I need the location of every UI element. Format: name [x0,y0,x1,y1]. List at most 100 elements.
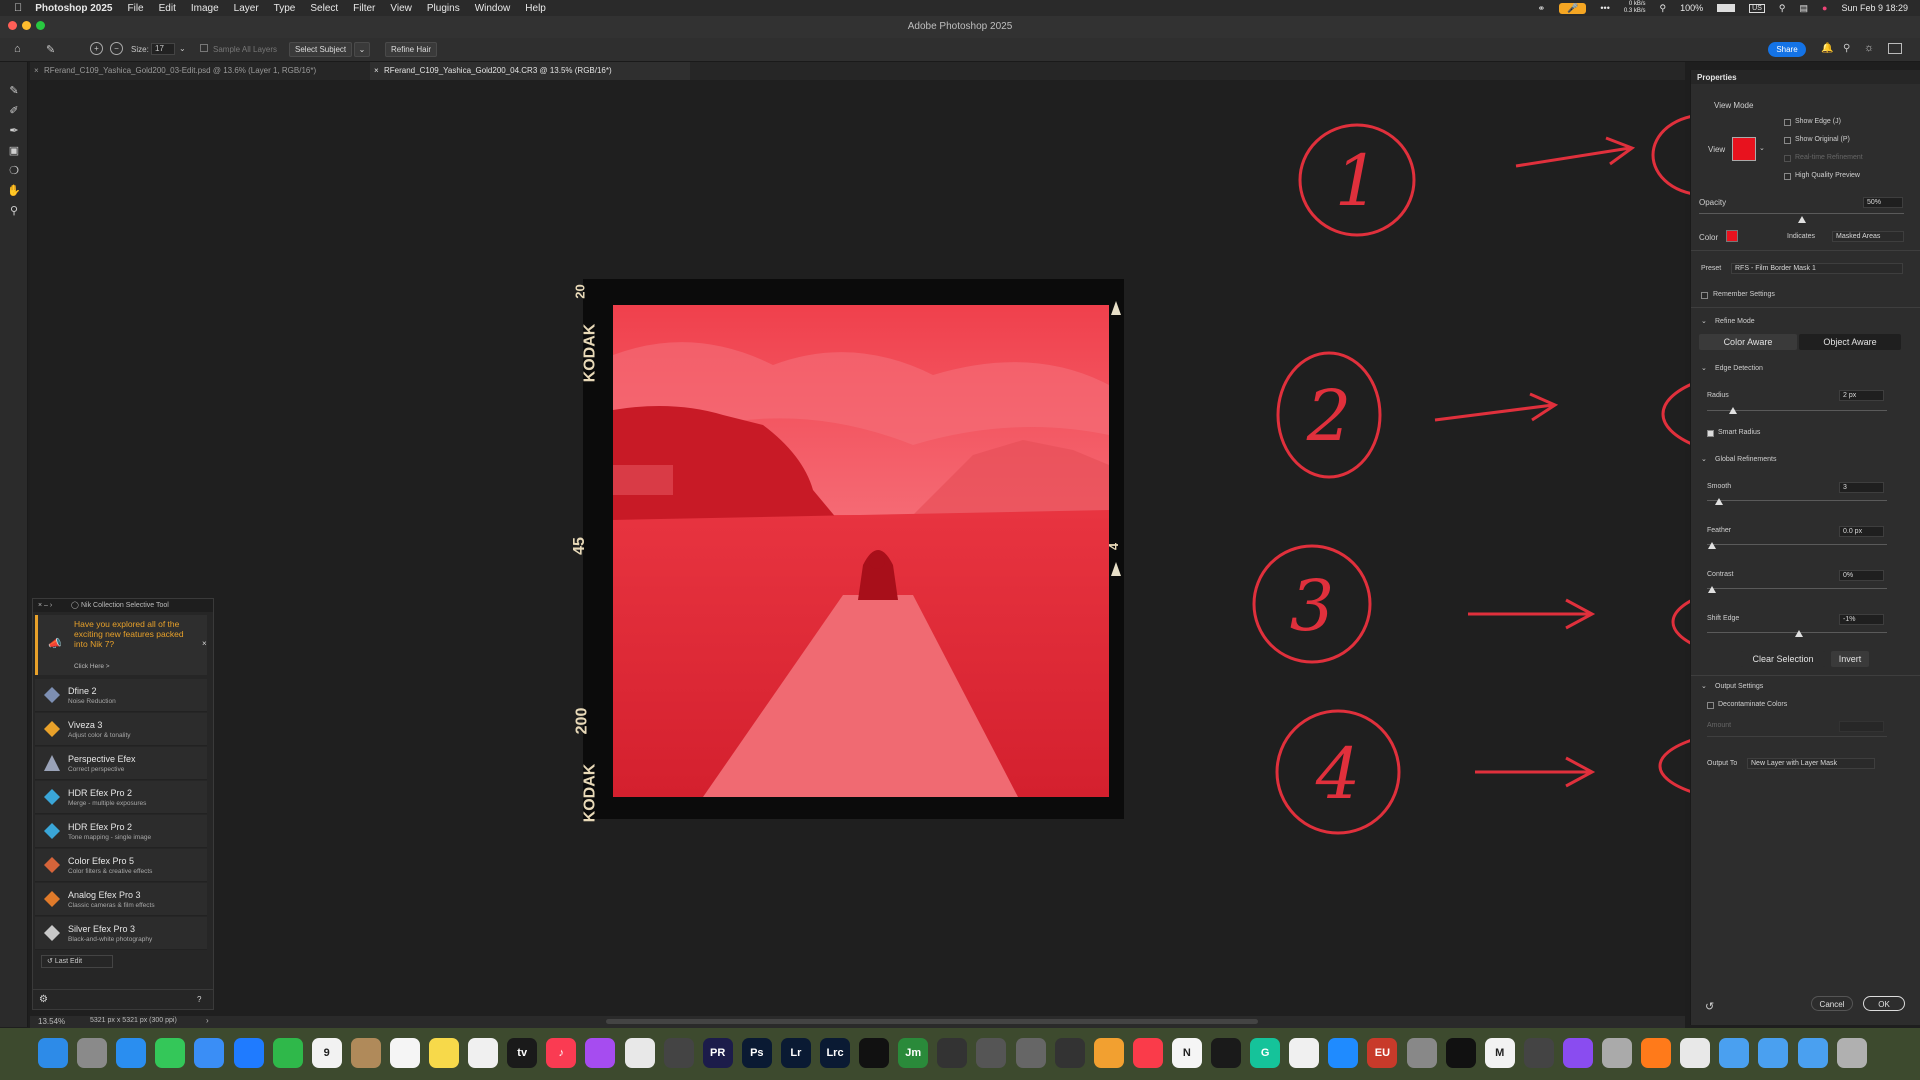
menu-window[interactable]: Window [475,3,511,14]
nik-item-hdr-merge[interactable]: HDR Efex Pro 2 Merge - multiple exposures [35,781,207,814]
promo-close-icon[interactable]: × [202,639,207,648]
show-original-checkbox[interactable] [1784,137,1791,144]
tab-document-1[interactable]: × RFerand_C109_Yashica_Gold200_03-Edit.p… [30,62,365,80]
nik-item-color-efex[interactable]: Color Efex Pro 5 Color filters & creative… [35,849,207,882]
refine-edge-brush-icon[interactable]: ✐ [6,104,22,118]
smart-radius-checkbox[interactable] [1707,430,1714,437]
preset-dropdown[interactable]: RFS - Film Border Mask 1 [1731,263,1903,274]
nik-item-hdr-tone[interactable]: HDR Efex Pro 2 Tone mapping - single imag… [35,815,207,848]
select-subject-dropdown-icon[interactable]: ⌄ [354,42,370,57]
opacity-input[interactable]: 50% [1863,197,1903,208]
applications-folder-icon[interactable] [1758,1038,1789,1068]
gmail-icon[interactable]: M [1484,1038,1515,1068]
trash-bin-icon[interactable] [1602,1038,1632,1068]
indicates-dropdown[interactable]: Masked Areas [1832,231,1904,242]
firefox-icon[interactable] [1641,1038,1672,1068]
nik-promo[interactable]: 📣 Have you explored all of the exciting … [35,615,207,675]
photoshop-icon[interactable]: Ps [741,1038,772,1068]
messages-icon[interactable] [155,1038,186,1068]
masked-photo[interactable] [613,305,1109,797]
clock[interactable]: Sun Feb 9 18:29 [1841,3,1908,13]
feather-input[interactable]: 0.0 px [1839,526,1884,537]
finder-icon[interactable] [38,1038,68,1068]
contrast-slider[interactable] [1707,588,1887,589]
search-icon-ps[interactable]: ⚲ [1843,43,1850,54]
nik-item-analog-efex[interactable]: Analog Efex Pro 3 Classic cameras & film … [35,883,207,916]
amount-slider[interactable] [1707,736,1887,737]
notion-icon[interactable]: N [1171,1038,1202,1068]
smooth-slider[interactable] [1707,500,1887,501]
news-icon[interactable] [1132,1038,1163,1068]
davinci-icon[interactable] [1054,1038,1085,1068]
view-dropdown-icon[interactable]: ⌄ [1759,144,1765,152]
system-settings-icon[interactable] [1406,1038,1437,1068]
final-cut-icon[interactable] [937,1038,968,1068]
high-quality-preview-checkbox[interactable] [1784,173,1791,180]
radius-slider-thumb[interactable] [1729,407,1737,414]
share-button[interactable]: Share [1768,42,1806,57]
siri-icon[interactable]: ● [1822,3,1827,13]
zoom-tool-icon[interactable]: ⚲ [6,204,22,218]
remember-settings-checkbox[interactable] [1701,292,1708,299]
contacts-icon[interactable] [350,1038,381,1068]
facetime-icon[interactable] [272,1038,303,1068]
horizontal-scrollbar[interactable] [606,1019,1258,1024]
last-edit-button[interactable]: ↺ Last Edit [41,955,113,968]
messenger-icon[interactable] [1562,1038,1593,1068]
photos-icon[interactable] [624,1038,655,1068]
smooth-input[interactable]: 3 [1839,482,1884,493]
subtract-from-selection-icon[interactable]: − [110,42,123,55]
affinity-icon[interactable] [859,1038,890,1068]
control-center-icon[interactable]: ▤ [1799,3,1808,14]
view-mode-thumbnail[interactable] [1732,137,1756,161]
mask-color-swatch[interactable] [1726,230,1738,242]
reset-icon[interactable]: ↺ [1705,1000,1714,1013]
contrast-input[interactable]: 0% [1839,570,1884,581]
notes-icon[interactable] [429,1038,459,1068]
menu-edit[interactable]: Edit [159,3,176,14]
object-selection-icon[interactable]: ▣ [6,144,22,158]
smooth-slider-thumb[interactable] [1715,498,1723,505]
compressor-icon[interactable] [1015,1038,1046,1068]
bell-icon[interactable]: 🔔 [1821,43,1833,54]
menu-plugins[interactable]: Plugins [427,3,460,14]
butterfly-icon[interactable] [1211,1038,1241,1068]
feather-slider-thumb[interactable] [1708,542,1716,549]
link-icon[interactable]: ⚭ [1538,3,1546,14]
grammarly-icon[interactable]: G [1250,1038,1281,1068]
lightbulb-icon[interactable]: ☼ [1864,42,1874,54]
clear-selection-button[interactable]: Clear Selection [1741,651,1825,667]
opacity-slider[interactable] [1699,213,1904,214]
size-input[interactable]: 17 [151,43,175,55]
contrast-slider-thumb[interactable] [1708,586,1716,593]
output-to-dropdown[interactable]: New Layer with Layer Mask [1747,758,1875,769]
home-icon[interactable]: ⌂ [14,43,21,55]
app-store-2-icon[interactable] [1328,1038,1359,1068]
pin-icon[interactable]: ⚲ [1660,3,1667,14]
object-aware-button[interactable]: Object Aware [1799,334,1901,350]
amount-input[interactable] [1839,721,1884,732]
lasso-tool-icon[interactable]: ❍ [6,164,22,178]
status-chevron-icon[interactable]: › [206,1016,209,1025]
color-finale-icon[interactable] [976,1038,1007,1068]
radius-input[interactable]: 2 px [1839,390,1884,401]
add-to-selection-icon[interactable]: + [90,42,103,55]
apple-icon[interactable]:  [14,2,22,14]
menu-image[interactable]: Image [191,3,219,14]
freeform-icon[interactable] [468,1038,499,1068]
shift-edge-slider-thumb[interactable] [1795,630,1803,637]
workspace-icon[interactable] [1888,43,1902,54]
perplexity-icon[interactable] [1289,1038,1320,1068]
brush-tool-icon[interactable]: ✒ [6,124,22,138]
minimize-window-button[interactable] [22,21,31,30]
feather-slider[interactable] [1707,544,1887,545]
chatgpt-icon[interactable] [1445,1038,1476,1068]
menu-app-name[interactable]: Photoshop 2025 [35,3,112,14]
opacity-slider-thumb[interactable] [1797,216,1806,223]
tab-document-2[interactable]: × RFerand_C109_Yashica_Gold200_04.CR3 @ … [370,62,690,80]
select-subject-button[interactable]: Select Subject [289,42,353,57]
menu-view[interactable]: View [390,3,412,14]
zoom-level[interactable]: 13.54% [38,1017,65,1026]
nik-item-perspective[interactable]: Perspective Efex Correct perspective [35,747,207,780]
brush-preset-icon[interactable]: ✎ [46,43,55,56]
